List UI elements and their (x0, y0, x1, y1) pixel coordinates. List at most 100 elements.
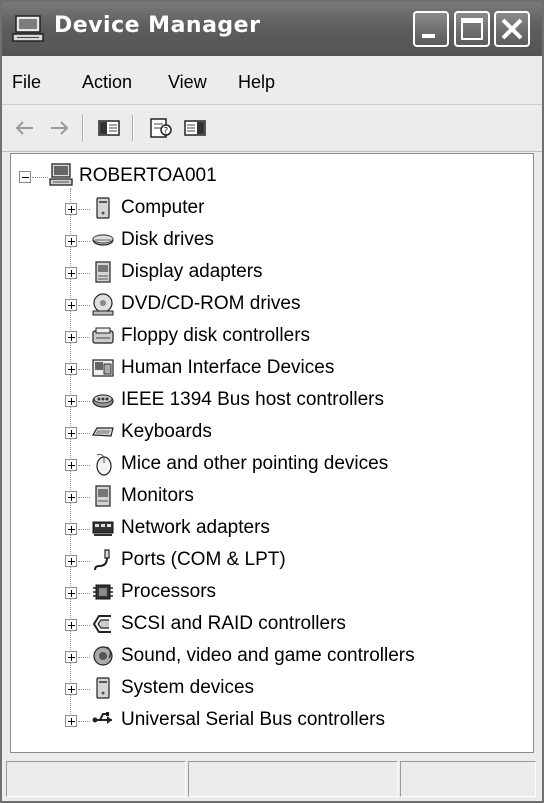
tree-branch-line (78, 721, 90, 723)
expand-toggle[interactable] (65, 459, 77, 471)
tree-item-label: Sound, video and game controllers (121, 645, 415, 666)
tree-root[interactable]: ROBERTOA001 (11, 160, 531, 192)
expand-toggle[interactable] (65, 587, 77, 599)
menu-file[interactable]: File (12, 72, 41, 93)
toolbar-separator (82, 115, 84, 141)
tree-item-label: IEEE 1394 Bus host controllers (121, 389, 384, 410)
expand-toggle[interactable] (65, 619, 77, 631)
properties-icon[interactable]: ? (148, 116, 174, 140)
expand-toggle[interactable] (65, 331, 77, 343)
tree-item[interactable]: Processors (11, 576, 531, 608)
tree-branch-line (78, 625, 90, 627)
tree-item[interactable]: Display adapters (11, 256, 531, 288)
menu-bar: File Action View Help (2, 58, 542, 105)
expand-toggle[interactable] (65, 427, 77, 439)
tree-branch-line (78, 497, 90, 499)
show-hide-console-tree-icon[interactable] (96, 116, 122, 140)
toolbar: ? (2, 105, 542, 152)
tree-item[interactable]: Human Interface Devices (11, 352, 531, 384)
help-pane-icon[interactable] (182, 116, 208, 140)
status-bar (2, 757, 542, 801)
mouse-icon (96, 453, 112, 476)
tree-branch-line (78, 529, 90, 531)
tree-item-label: Computer (121, 197, 205, 218)
tree-item[interactable]: Disk drives (11, 224, 531, 256)
tree-branch-line (78, 241, 90, 243)
tree-item-label: SCSI and RAID controllers (121, 613, 346, 634)
expand-toggle[interactable] (65, 235, 77, 247)
expand-toggle[interactable] (65, 651, 77, 663)
tree-item[interactable]: Ports (COM & LPT) (11, 544, 531, 576)
tree-branch-line (78, 273, 90, 275)
collapse-toggle[interactable] (19, 171, 31, 183)
floppy-controller-icon (92, 327, 114, 344)
tree-item[interactable]: Floppy disk controllers (11, 320, 531, 352)
expand-toggle[interactable] (65, 523, 77, 535)
expand-toggle[interactable] (65, 555, 77, 567)
menu-view[interactable]: View (168, 72, 207, 93)
network-adapter-icon (92, 521, 114, 536)
minimize-icon (422, 34, 435, 38)
usb-icon (92, 712, 112, 724)
sound-icon (93, 646, 113, 666)
system-devices-icon (96, 677, 110, 699)
tree-item[interactable]: DVD/CD-ROM drives (11, 288, 531, 320)
device-tree[interactable]: ROBERTOA001 Computer Disk drives Display a… (10, 153, 534, 753)
ieee1394-icon (92, 394, 114, 408)
tree-branch-line (78, 337, 90, 339)
expand-toggle[interactable] (65, 715, 77, 727)
tree-item-label: System devices (121, 677, 255, 698)
tree-item[interactable]: System devices (11, 672, 531, 704)
close-button[interactable] (494, 11, 530, 47)
keyboard-icon (91, 427, 114, 437)
expand-toggle[interactable] (65, 683, 77, 695)
forward-arrow-icon[interactable] (46, 116, 72, 140)
disk-drive-icon (92, 234, 114, 246)
expand-toggle[interactable] (65, 203, 77, 215)
tree-item[interactable]: Sound, video and game controllers (11, 640, 531, 672)
back-arrow-icon[interactable] (12, 116, 38, 140)
port-icon (94, 549, 110, 571)
tree-branch-line (78, 561, 90, 563)
tree-branch-line (78, 433, 90, 435)
maximize-icon (461, 18, 483, 40)
tree-branch-line (78, 465, 90, 467)
expand-toggle[interactable] (65, 299, 77, 311)
tree-item-label: Ports (COM & LPT) (121, 549, 286, 570)
window-title: Device Manager (54, 13, 261, 38)
tree-branch-line (78, 209, 90, 211)
tree-item[interactable]: SCSI and RAID controllers (11, 608, 531, 640)
expand-toggle[interactable] (65, 363, 77, 375)
tree-item-label: Floppy disk controllers (121, 325, 311, 346)
tree-item-label: Display adapters (121, 261, 263, 282)
scsi-icon (92, 615, 111, 633)
tree-item[interactable]: Mice and other pointing devices (11, 448, 531, 480)
tree-item[interactable]: Universal Serial Bus controllers (11, 704, 531, 736)
tree-branch-line (78, 305, 90, 307)
tree-item-label: Human Interface Devices (121, 357, 335, 378)
expand-toggle[interactable] (65, 267, 77, 279)
expand-toggle[interactable] (65, 491, 77, 503)
tree-item-label: Processors (121, 581, 217, 602)
tree-item[interactable]: Keyboards (11, 416, 531, 448)
toolbar-separator (132, 115, 134, 141)
monitor-icon (95, 485, 111, 507)
maximize-button[interactable] (454, 11, 490, 47)
tree-item[interactable]: Network adapters (11, 512, 531, 544)
tree-item-label: Mice and other pointing devices (121, 453, 389, 474)
tree-item-label: Keyboards (121, 421, 212, 442)
tree-item[interactable]: Computer (11, 192, 531, 224)
expand-toggle[interactable] (65, 395, 77, 407)
device-manager-window: Device Manager File Action View Help ? R… (0, 0, 544, 803)
tree-item[interactable]: IEEE 1394 Bus host controllers (11, 384, 531, 416)
menu-help[interactable]: Help (238, 72, 275, 93)
hid-icon (92, 359, 114, 377)
tree-item[interactable]: Monitors (11, 480, 531, 512)
title-bar[interactable]: Device Manager (2, 2, 542, 56)
menu-action[interactable]: Action (82, 72, 132, 93)
computer-icon (49, 163, 73, 186)
cd-drive-icon (92, 293, 114, 316)
minimize-button[interactable] (413, 11, 449, 47)
tree-root-label: ROBERTOA001 (79, 165, 217, 186)
tree-branch-line (78, 401, 90, 403)
